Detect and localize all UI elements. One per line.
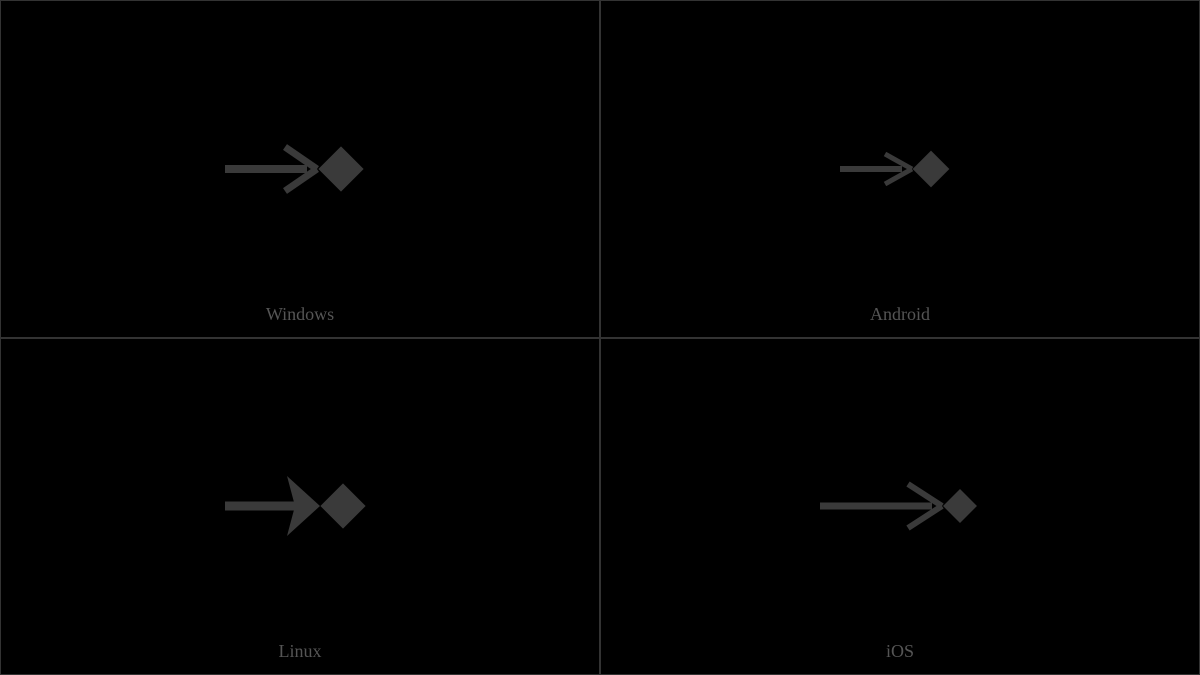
glyph-cell-linux: Linux [0,338,600,675]
diamond-icon [318,146,363,191]
os-label-android: Android [870,304,930,325]
glyph-cell-windows: Windows [0,0,600,338]
glyph-windows [225,139,375,199]
os-label-linux: Linux [279,641,322,662]
diamond-icon [943,489,977,523]
os-label-ios: iOS [886,641,914,662]
glyph-linux [225,476,375,536]
os-label-windows: Windows [266,304,334,325]
glyph-cell-android: Android [600,0,1200,338]
arrow-icon [225,139,325,199]
diamond-icon [913,150,950,187]
glyph-cell-ios: iOS [600,338,1200,675]
arrow-icon [820,478,948,534]
arrow-icon [840,144,918,194]
arrow-icon [225,471,325,541]
diamond-icon [320,484,365,529]
glyph-android [840,139,960,199]
glyph-ios [820,476,980,536]
